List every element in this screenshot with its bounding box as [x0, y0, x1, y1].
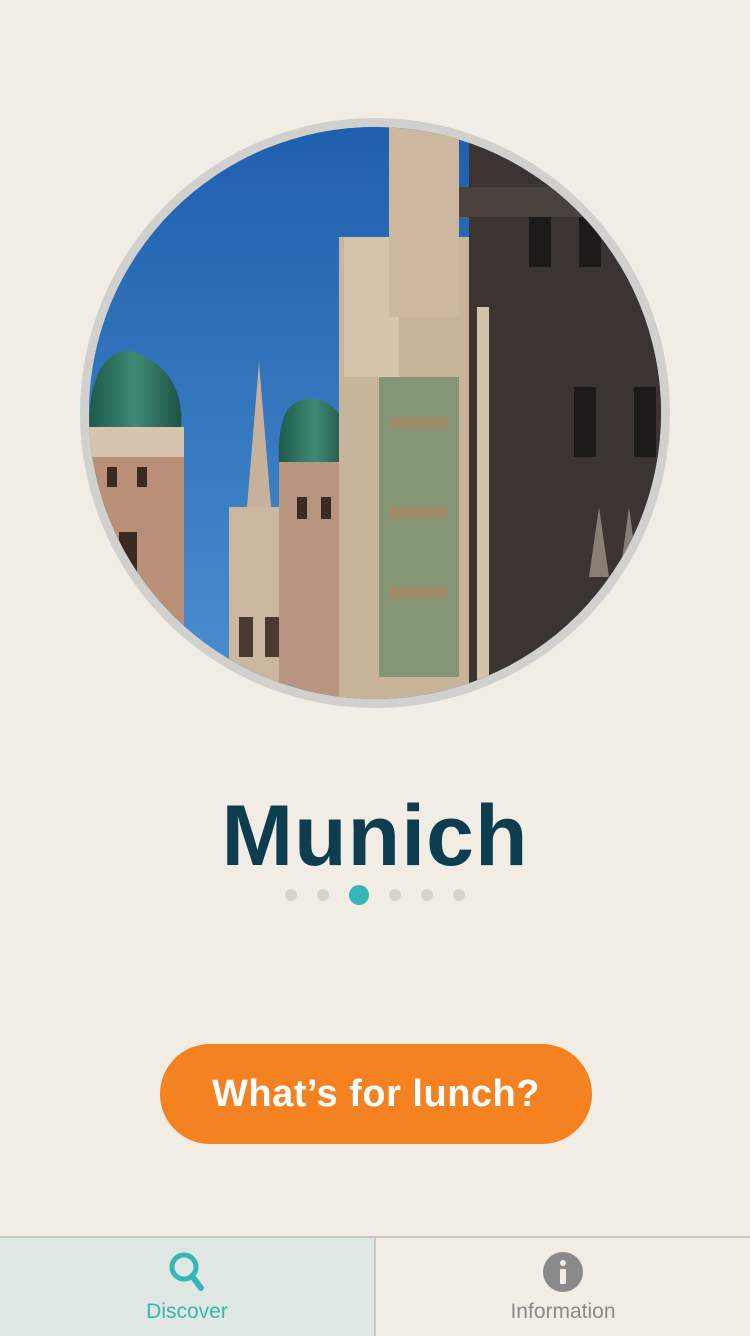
info-icon	[541, 1250, 585, 1294]
hero-image	[89, 127, 661, 699]
whats-for-lunch-button[interactable]: What’s for lunch?	[160, 1044, 592, 1144]
page-dot-active[interactable]	[349, 885, 369, 905]
page-dot[interactable]	[285, 889, 297, 901]
page-dot[interactable]	[317, 889, 329, 901]
tab-bar: Discover Information	[0, 1236, 750, 1336]
page-dot[interactable]	[453, 889, 465, 901]
munich-skyline-illustration	[89, 127, 661, 699]
city-title: Munich	[221, 787, 529, 884]
search-icon	[165, 1250, 209, 1294]
tab-information[interactable]: Information	[376, 1238, 750, 1336]
tab-discover-label: Discover	[146, 1300, 228, 1323]
tab-discover[interactable]: Discover	[0, 1238, 376, 1336]
page-dot[interactable]	[389, 889, 401, 901]
hero-image-frame	[80, 118, 670, 708]
page-indicator[interactable]	[0, 884, 750, 906]
tab-information-label: Information	[510, 1300, 616, 1323]
page-dot[interactable]	[421, 889, 433, 901]
